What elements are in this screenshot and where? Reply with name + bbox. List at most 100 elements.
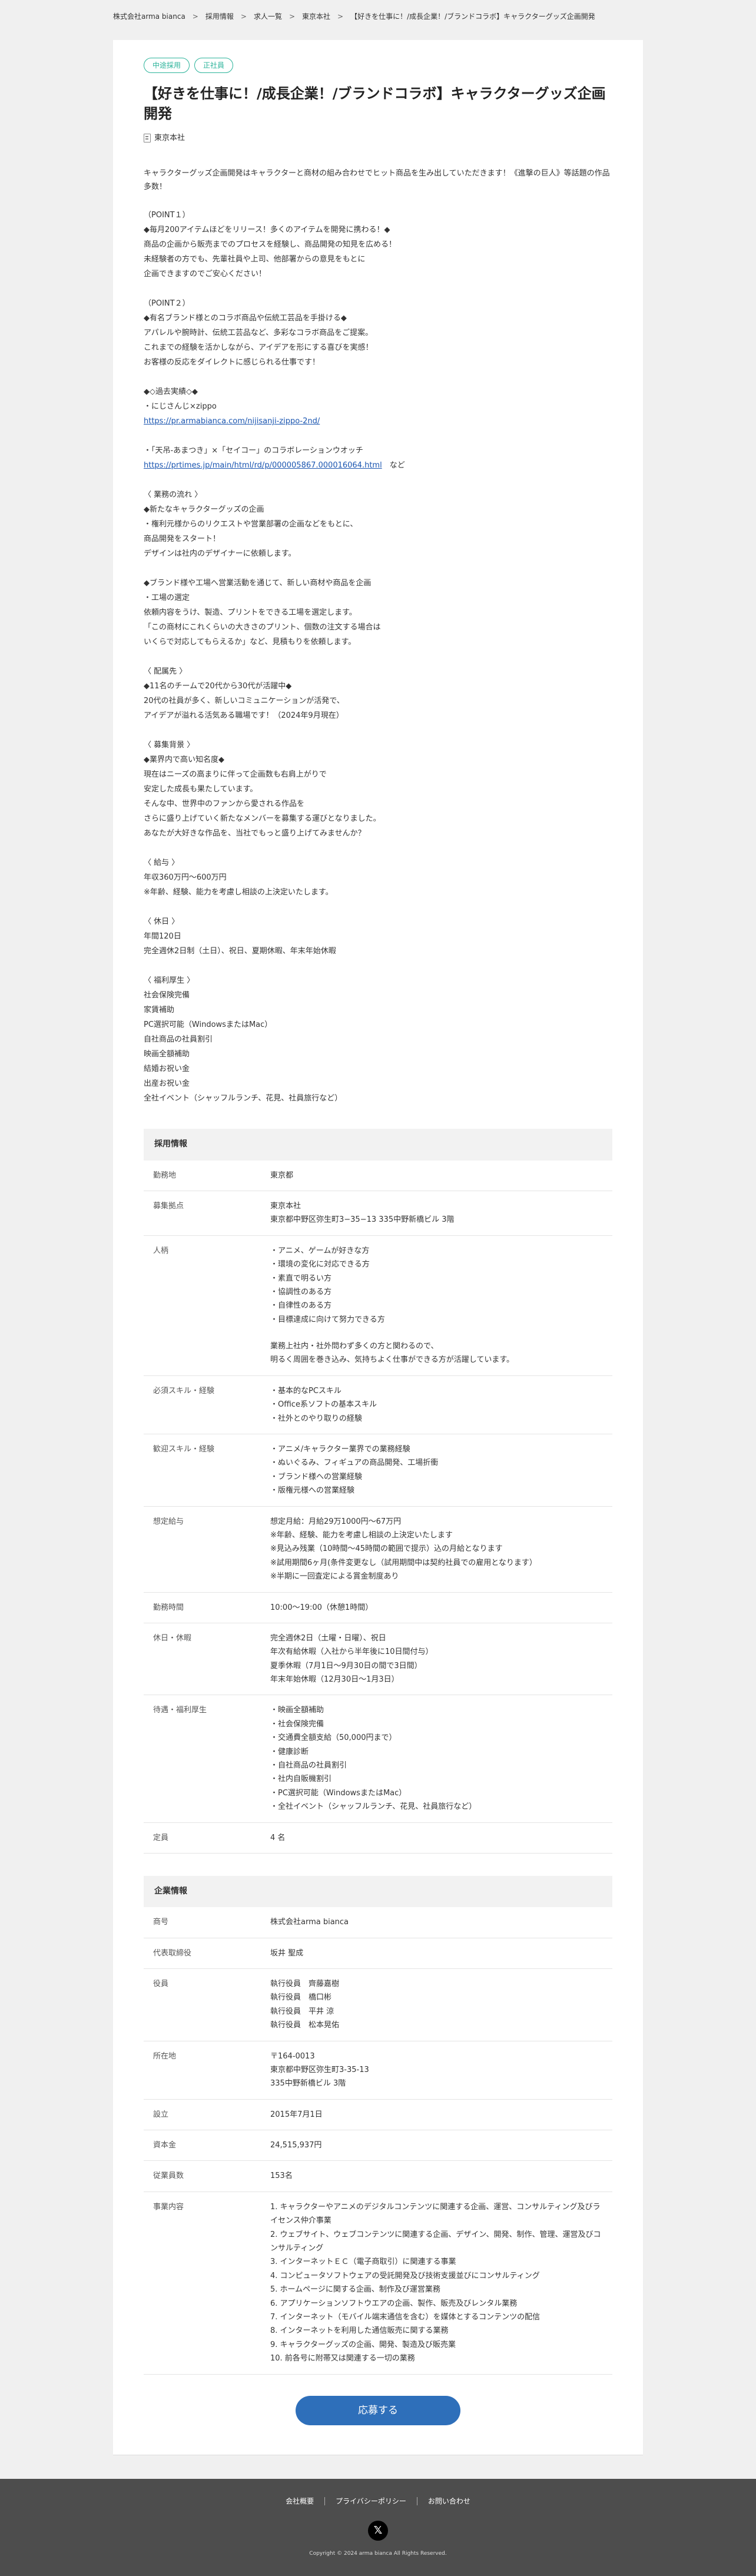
company-info-table: 商号 株式会社arma bianca 代表取締役 坂井 聖成 役員 執行役員 齊藤嘉樹 執行…: [144, 1907, 612, 2375]
info-value-line: 8. インターネットを利用した通信販売に関する業務: [270, 2326, 449, 2336]
footer-links: 会社概要 プライバシーポリシー お問い合わせ: [0, 2495, 756, 2508]
info-row: 勤務地 東京都: [144, 1161, 612, 1191]
info-value-line: 1. キャラクターやアニメのデジタルコンテンツに関連する企画、運営、コンサルティ…: [270, 2202, 601, 2226]
x-logo-icon[interactable]: 𝕏: [368, 2521, 388, 2541]
info-value-line: 東京都: [270, 1171, 294, 1180]
recruit-info-table: 勤務地 東京都 募集拠点 東京本社 東京都中野区弥生町3−35−13 335中野新橋ビル…: [144, 1161, 612, 1854]
info-value-line: ・社会保険完備: [270, 1719, 324, 1729]
recruit-info-section: 採用情報 勤務地 東京都 募集拠点 東京本社 東京都中野区弥生町3−35−13 335中…: [144, 1129, 612, 1854]
apply-area: 応募する: [144, 2395, 612, 2425]
info-label: 設立: [153, 2110, 169, 2119]
info-value-line: ・自律性のある方: [270, 1301, 332, 1311]
description-line: 全社イベント（シャッフルランチ、花見、社員旅行など）: [144, 1094, 343, 1103]
info-value: 想定月給：月給29万1000円〜67万円 ※年齢、経験、能力を考慮し相談の上決定い…: [270, 1515, 612, 1584]
info-value-line: 坂井 聖成: [270, 1948, 304, 1958]
description-line: これまでの経験を活かしながら、アイデアを形にする喜びを実感！: [144, 343, 373, 353]
info-value: 坂井 聖成: [270, 1947, 612, 1960]
info-value-line: 2. ウェブサイト、ウェブコンテンツに関連する企画、デザイン、開発、制作、管理、…: [270, 2230, 601, 2253]
info-value-line: 明るく周囲を巻き込み、気持ちよく仕事ができる方が活躍しています。: [270, 1355, 515, 1365]
description-line: ◆11名のチームで20代から30代が活躍中◆: [144, 682, 292, 691]
info-value: 2015年7月1日: [270, 2108, 612, 2121]
description-line: [144, 282, 612, 297]
info-value-line: ※試用期間6ヶ月(条件変更なし（試用期間中は契約社員での雇用となります）: [270, 1558, 537, 1567]
info-value-line: [270, 1327, 603, 1340]
info-value-line: ・アニメ/キャラクター業界での業務経験: [270, 1445, 410, 1454]
info-value: 10:00〜19:00（休憩1時間）: [270, 1601, 612, 1614]
info-value-line: 執行役員 橋口彬: [270, 1993, 332, 2003]
description-line: さらに盛り上げていく新たなメンバーを募集する運びとなりました。: [144, 814, 381, 824]
info-row: 人柄 ・アニメ、ゲームが好きな方 ・環境の変化に対応できる方 ・素直で明るい方 ・協調性…: [144, 1236, 612, 1376]
breadcrumb-item[interactable]: 東京本社: [302, 11, 330, 24]
info-value-line: 7. インターネット（モバイル端末通信を含む）を媒体とするコンテンツの配信: [270, 2313, 541, 2322]
description-line: 家賃補助: [144, 1006, 175, 1015]
info-value-line: ・全社イベント（シャッフルランチ、花見、社員旅行など）: [270, 1802, 477, 1812]
description-line: ◆◇過去実績◇◆: [144, 387, 198, 397]
info-value-line: ・アニメ、ゲームが好きな方: [270, 1246, 370, 1255]
info-value-line: 〒164-0013: [270, 2051, 315, 2061]
description-line: いくらで対応してもらえるか」など、見積もりを依頼します。: [144, 638, 356, 647]
info-value: 完全週休2日（土曜・日曜）、祝日 年次有給休暇（入社から半年後に10日間付与） 夏季…: [270, 1632, 612, 1687]
breadcrumb-separator: >: [337, 12, 344, 21]
description-line: 結婚お祝い金: [144, 1065, 190, 1074]
breadcrumb: 株式会社arma bianca > 採用情報 > 求人一覧 > 東京本社 > 【好きを仕事に！/…: [0, 0, 756, 34]
description-line: 〈 配属先 〉: [144, 667, 187, 677]
description-line: ・にじさんじ×zippo: [144, 402, 217, 412]
company-info-heading: 企業情報: [144, 1876, 612, 1908]
info-value-line: ・ぬいぐるみ、フィギュアの商品開発、工場折衝: [270, 1458, 439, 1468]
info-value: 東京本社 東京都中野区弥生町3−35−13 335中野新橋ビル 3階: [270, 1199, 612, 1227]
info-value-line: ・目標達成に向けて努力できる方: [270, 1315, 385, 1324]
description-line: 現在はニーズの高まりに伴って企画数も右肩上がりで: [144, 770, 327, 780]
description-line: ※年齢、経験、能力を考慮し相談の上決定いたします。: [144, 888, 333, 897]
footer-link-privacy[interactable]: プライバシーポリシー: [325, 2495, 417, 2508]
building-icon: [144, 134, 151, 143]
description-line: 年間120日: [144, 932, 181, 941]
tag-list: 中途採用 正社員: [144, 57, 612, 73]
info-label: 想定給与: [153, 1517, 184, 1526]
apply-button[interactable]: 応募する: [296, 2395, 460, 2425]
footer-link-contact[interactable]: お問い合わせ: [417, 2495, 481, 2508]
site-footer: 会社概要 プライバシーポリシー お問い合わせ 𝕏 Copyright © 202…: [0, 2478, 756, 2576]
description-line: 〈 業務の流れ 〉: [144, 490, 203, 500]
info-value-line: 5. ホームページに関する企画、制作及び運営業務: [270, 2285, 440, 2295]
info-label: 必須スキル・経験: [153, 1386, 215, 1395]
info-row: 歓迎スキル・経験 ・アニメ/キャラクター業界での業務経験 ・ぬいぐるみ、フィギュアの…: [144, 1434, 612, 1507]
description-line: ◆ブランド様や工場へ営業活動を通じて、新しい商材や商品を企画: [144, 579, 372, 588]
info-label: 役員: [153, 1979, 169, 1988]
breadcrumb-item: 【好きを仕事に！/成長企業！/ブランドコラボ】キャラクターグッズ企画開発: [350, 12, 595, 21]
info-value-line: ・映画全額補助: [270, 1706, 324, 1715]
description-line: 自社商品の社員割引: [144, 1035, 213, 1045]
info-label: 事業内容: [153, 2202, 184, 2212]
info-row: 勤務時間 10:00〜19:00（休憩1時間）: [144, 1593, 612, 1623]
description-line: ◆新たなキャラクターグッズの企画: [144, 505, 264, 515]
breadcrumb-item[interactable]: 求人一覧: [254, 11, 282, 24]
description-line: [144, 473, 612, 488]
reference-link[interactable]: https://pr.armabianca.com/nijisanji-zipp…: [144, 417, 320, 426]
breadcrumb-item[interactable]: 株式会社arma bianca: [113, 11, 185, 24]
info-value-line: ・社内自販機割引: [270, 1775, 332, 1784]
info-value-line: 335中野新橋ビル 3階: [270, 2079, 346, 2088]
description-line: 企画できますのでご安心ください！: [144, 270, 267, 279]
info-row: 所在地 〒164-0013 東京都中野区弥生町3-35-13 335中野新橋ビル 3階: [144, 2041, 612, 2100]
description-line: アパレルや腕時計、伝統工芸品など、多彩なコラボ商品をご提案。: [144, 329, 373, 338]
info-row: 待遇・福利厚生 ・映画全額補助 ・社会保険完備 ・交通費全額支給（50,000円まで）…: [144, 1695, 612, 1823]
footer-link-company[interactable]: 会社概要: [275, 2495, 324, 2508]
info-label: 勤務時間: [153, 1603, 184, 1612]
description-line: 20代の社員が多く、新しいコミュニケーションが活発で、: [144, 697, 344, 706]
info-row: 想定給与 想定月給：月給29万1000円〜67万円 ※年齢、経験、能力を考慮し相談の…: [144, 1507, 612, 1593]
description-line: 安定した成長も果たしています。: [144, 785, 258, 794]
breadcrumb-item[interactable]: 採用情報: [205, 11, 234, 24]
description-line: （POINT２）: [144, 299, 190, 309]
info-label: 資本金: [153, 2141, 177, 2150]
description-line: ◆有名ブランド様とのコラボ商品や伝統工芸品を手掛ける◆: [144, 314, 347, 323]
info-value-line: 4 名: [270, 1833, 286, 1842]
info-value-line: ・PC選択可能（WindowsまたはMac）: [270, 1788, 407, 1798]
description-line: ◆業界内で高い知名度◆: [144, 755, 224, 765]
info-label: 商号: [153, 1918, 169, 1927]
description-line: あなたが大好きな作品を、当社でもっと盛り上げてみませんか？: [144, 829, 366, 838]
info-value: 24,515,937円: [270, 2139, 612, 2152]
breadcrumb-separator: >: [192, 12, 198, 21]
description-line: デザインは社内のデザイナーに依頼します。: [144, 549, 296, 559]
description-line: そんな中、世界中のファンから愛される作品を: [144, 800, 305, 809]
description-line: ◆毎月200アイテムほどをリリース！多くのアイテムを開発に携わる！◆: [144, 226, 390, 235]
reference-link[interactable]: https://prtimes.jp/main/html/rd/p/000005…: [144, 461, 382, 470]
